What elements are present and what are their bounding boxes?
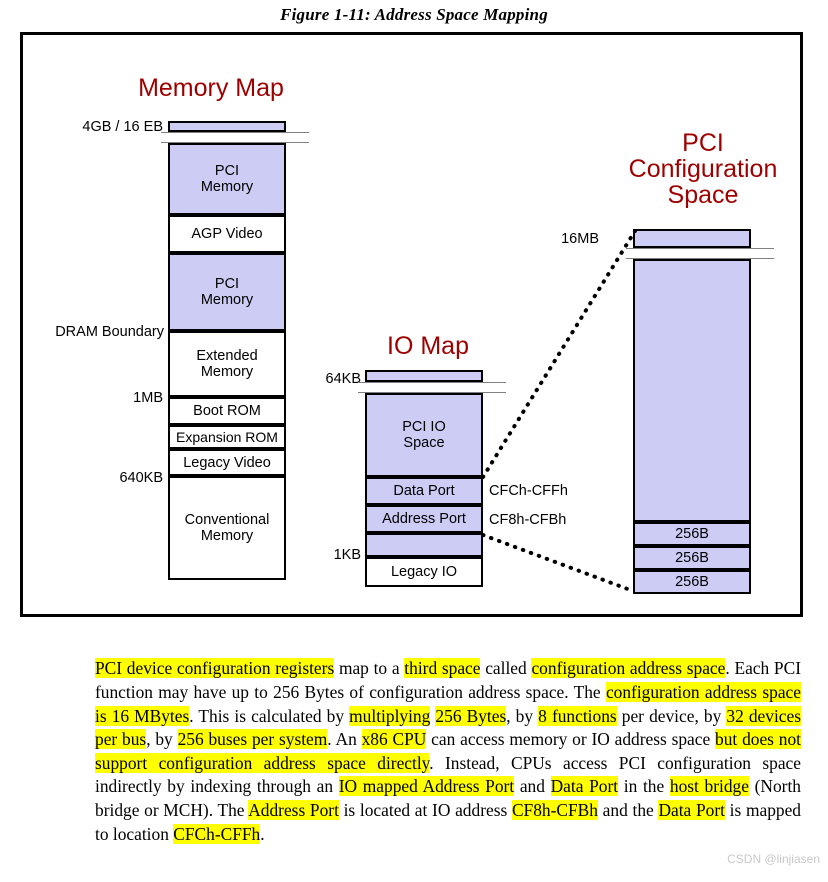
io-map-block-unlabeled <box>365 533 483 557</box>
paragraph-text: . This is calculated by <box>189 705 350 726</box>
paragraph-text: map to a <box>334 658 405 679</box>
io-map-block-legacy-io: Legacy IO <box>365 557 483 587</box>
config-space-block-stub <box>633 229 751 248</box>
figure-panel: Memory Map 4GB / 16 EB PCI Memory AGP Vi… <box>20 32 803 617</box>
connector-lower-dotted <box>481 533 635 593</box>
io-map-bottom-label: 1KB <box>333 547 361 563</box>
memory-map-label-dram-boundary: DRAM Boundary <box>55 324 164 340</box>
paragraph-text: is located at IO address <box>338 799 512 820</box>
memory-map-block-agp-video: AGP Video <box>168 215 286 253</box>
io-map-note-data-port-range: CFCh-CFFh <box>489 483 568 499</box>
memory-map-block-legacy-video: Legacy Video <box>168 449 286 476</box>
config-space-block-main <box>633 259 751 522</box>
paragraph-highlight: CF8h-CFBh <box>511 799 598 820</box>
paragraph-highlight: PCI device configuration registers <box>95 658 335 679</box>
memory-map-title: Memory Map <box>138 74 284 102</box>
paragraph-highlight: x86 CPU <box>361 729 427 750</box>
config-space-top-label: 16MB <box>561 231 599 247</box>
connector-upper-dotted <box>481 229 637 479</box>
config-space-block-256b-1: 256B <box>633 522 751 546</box>
paragraph-highlight: Address Port <box>248 799 339 820</box>
config-space-title: PCI Configuration Space <box>628 129 778 209</box>
paragraph-text: called <box>480 658 532 679</box>
watermark: CSDN @linjiasen <box>727 852 820 866</box>
paragraph-highlight: Data Port <box>550 776 619 797</box>
paragraph-text: and <box>514 776 551 797</box>
memory-map-block-boot-rom: Boot ROM <box>168 397 286 425</box>
paragraph-highlight: Data Port <box>658 799 725 820</box>
memory-map-block-pci-memory-lower: PCI Memory <box>168 253 286 331</box>
paragraph-text: . <box>260 823 265 844</box>
config-space-block-256b-2: 256B <box>633 546 751 570</box>
memory-map-top-label: 4GB / 16 EB <box>82 119 163 135</box>
io-map-top-label: 64KB <box>325 371 361 387</box>
paragraph-text: , by <box>506 705 539 726</box>
paragraph-text: . An <box>327 729 362 750</box>
body-paragraph: PCI device configuration registers map t… <box>95 657 802 846</box>
paragraph-highlight: configuration address space <box>531 658 726 679</box>
paragraph-highlight: CFCh-CFFh <box>173 823 261 844</box>
memory-map-block-conventional-memory: Conventional Memory <box>168 476 286 580</box>
io-map-title: IO Map <box>387 332 469 360</box>
io-map-block-stub <box>365 370 483 382</box>
paragraph-text: , by <box>146 729 178 750</box>
paragraph-highlight: host bridge <box>669 776 749 797</box>
memory-map-block-extended-memory: Extended Memory <box>168 331 286 397</box>
paragraph-highlight: 256 buses per system <box>177 729 328 750</box>
paragraph-highlight: 256 Bytes <box>435 705 507 726</box>
paragraph-text: per device, by <box>616 705 727 726</box>
io-map-break-leader-top <box>358 382 506 383</box>
io-map-block-pci-io-space: PCI IO Space <box>365 393 483 477</box>
paragraph-text: can access memory or IO address space <box>426 729 716 750</box>
memory-map-label-640kb: 640KB <box>119 470 163 486</box>
figure-caption: Figure 1-11: Address Space Mapping <box>280 5 548 24</box>
figure-inner: Memory Map 4GB / 16 EB PCI Memory AGP Vi… <box>23 35 800 614</box>
memory-map-label-1mb: 1MB <box>133 390 163 406</box>
config-space-block-256b-3: 256B <box>633 570 751 594</box>
config-space-break-leader-top <box>626 248 774 249</box>
paragraph-highlight: multiplying <box>349 705 431 726</box>
paragraph-text: and the <box>597 799 659 820</box>
paragraph-text: in the <box>618 776 670 797</box>
io-map-note-address-port-range: CF8h-CFBh <box>489 512 567 528</box>
paragraph-highlight: IO mapped Address Port <box>338 776 515 797</box>
paragraph-highlight: third space <box>404 658 481 679</box>
memory-map-break-leader-top <box>161 132 309 133</box>
memory-map-block-pci-memory-upper: PCI Memory <box>168 143 286 215</box>
paragraph-highlight: 8 functions <box>538 705 617 726</box>
io-map-block-data-port: Data Port <box>365 477 483 505</box>
memory-map-block-stub <box>168 121 286 132</box>
io-map-block-address-port: Address Port <box>365 505 483 533</box>
memory-map-block-expansion-rom: Expansion ROM <box>168 425 286 449</box>
